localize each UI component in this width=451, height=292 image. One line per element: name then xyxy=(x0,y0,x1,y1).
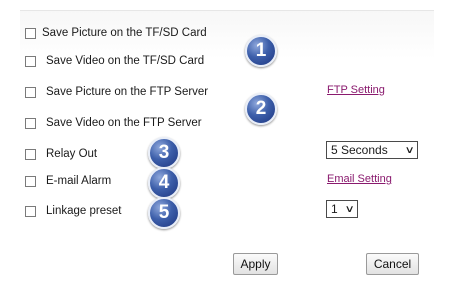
linkage-preset-checkbox[interactable] xyxy=(25,205,36,217)
option-save-picture-sd[interactable]: Save Picture on the TF/SD Card xyxy=(25,24,207,42)
relay-out-checkbox[interactable] xyxy=(25,148,36,160)
save-picture-sd-checkbox[interactable] xyxy=(25,27,36,39)
save-picture-ftp-checkbox[interactable] xyxy=(25,86,36,98)
option-label: Linkage preset xyxy=(46,205,122,217)
option-save-video-sd[interactable]: Save Video on the TF/SD Card xyxy=(25,52,204,70)
step-5-badge: 5 xyxy=(148,197,180,229)
option-label: Save Picture on the TF/SD Card xyxy=(42,27,207,39)
chevron-down-icon: ∨ xyxy=(344,203,355,215)
step-3-badge: 3 xyxy=(148,137,180,169)
option-email-alarm[interactable]: E-mail Alarm xyxy=(25,172,111,190)
option-label: E-mail Alarm xyxy=(46,175,112,187)
option-label: Save Video on the FTP Server xyxy=(46,117,202,129)
step-4-badge: 4 xyxy=(148,167,180,199)
email-setting-link[interactable]: Email Setting xyxy=(327,173,392,185)
save-video-sd-checkbox[interactable] xyxy=(25,55,36,67)
option-linkage-preset[interactable]: Linkage preset xyxy=(25,202,121,220)
save-video-ftp-checkbox[interactable] xyxy=(25,117,36,129)
option-label: Relay Out xyxy=(46,148,98,160)
apply-button[interactable]: Apply xyxy=(233,253,278,275)
ftp-setting-link[interactable]: FTP Setting xyxy=(327,84,385,96)
cancel-button[interactable]: Cancel xyxy=(366,253,419,275)
option-label: Save Picture on the FTP Server xyxy=(46,86,209,98)
option-relay-out[interactable]: Relay Out xyxy=(25,145,97,163)
email-alarm-checkbox[interactable] xyxy=(25,175,36,187)
option-label: Save Video on the TF/SD Card xyxy=(46,55,205,67)
step-2-badge: 2 xyxy=(245,93,277,125)
chevron-down-icon: ∨ xyxy=(404,144,415,156)
relay-duration-value: 5 Seconds xyxy=(331,143,388,157)
preset-select[interactable]: 1 ∨ xyxy=(326,200,358,218)
preset-value: 1 xyxy=(331,202,338,216)
option-save-video-ftp[interactable]: Save Video on the FTP Server xyxy=(25,114,202,132)
step-1-badge: 1 xyxy=(245,35,277,67)
option-save-picture-ftp[interactable]: Save Picture on the FTP Server xyxy=(25,83,208,101)
relay-duration-select[interactable]: 5 Seconds ∨ xyxy=(326,141,418,159)
